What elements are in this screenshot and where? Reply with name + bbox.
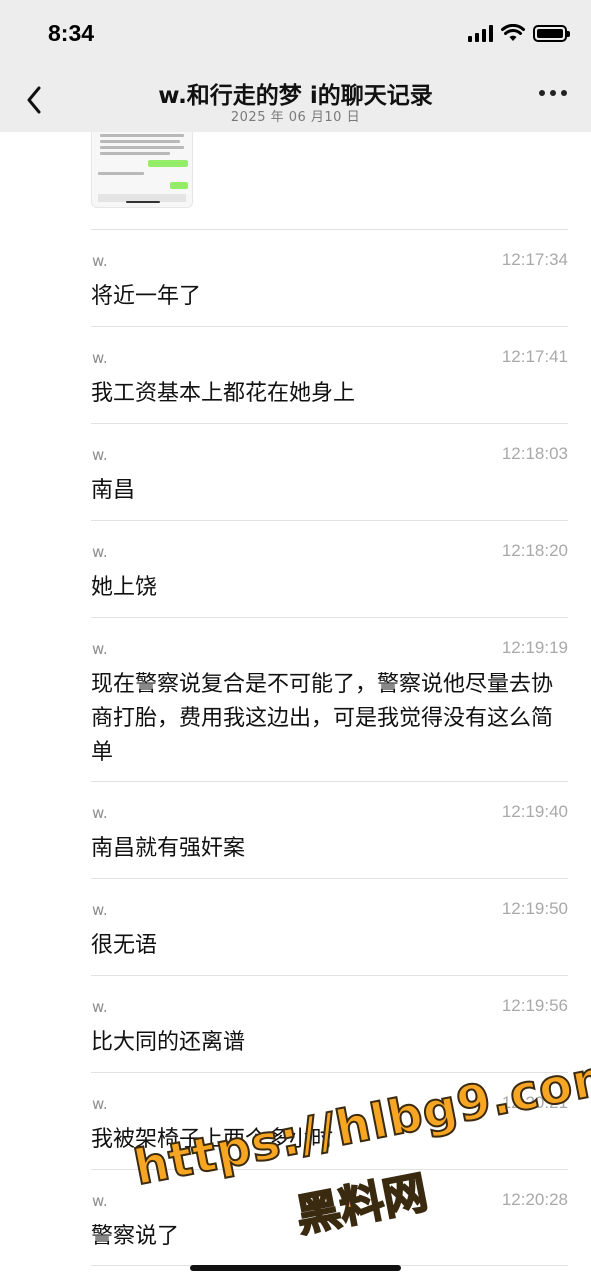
message-sender: w. bbox=[92, 543, 108, 561]
nav-bar: w.和行走的梦 i的聊天记录 2025 年 06 月10 日 bbox=[0, 70, 591, 132]
message-time: 12:19:56 bbox=[501, 996, 568, 1015]
message-time: 12:19:40 bbox=[501, 802, 568, 821]
page-subtitle-date: 2025 年 06 月10 日 bbox=[230, 110, 361, 125]
message-text: 她上饶 bbox=[91, 575, 158, 600]
message-item: w. 12:19:50 很无语 bbox=[91, 878, 568, 975]
status-bar: 8:34 bbox=[0, 0, 591, 70]
message-time: 12:19:50 bbox=[501, 899, 568, 918]
image-thumbnail[interactable] bbox=[91, 132, 193, 208]
message-item: w. 12:18:20 她上饶 bbox=[91, 520, 568, 617]
message-time: 12:18:20 bbox=[501, 541, 568, 560]
wifi-icon bbox=[501, 24, 525, 41]
battery-icon bbox=[533, 24, 570, 42]
cellular-signal-icon bbox=[468, 24, 493, 42]
message-sender: w. bbox=[92, 1192, 108, 1210]
message-time: 12:20:21 bbox=[501, 1093, 568, 1112]
message-time: 12:17:41 bbox=[501, 347, 568, 366]
message-sender: w. bbox=[92, 446, 108, 464]
message-item: w. 12:17:34 将近一年了 bbox=[91, 229, 568, 326]
message-text: 比大同的还离谱 bbox=[91, 1030, 246, 1055]
message-item: w. 12:20:28 警察说了 bbox=[91, 1169, 568, 1266]
message-text: 现在警察说复合是不可能了，警察说他尽量去协商打胎，费用我这边出，可是我觉得没有这… bbox=[91, 672, 554, 765]
message-text: 很无语 bbox=[91, 933, 158, 958]
message-list: w. 12:17:34 将近一年了 w. 12:17:41 我工资基本上都花在她… bbox=[91, 229, 568, 1266]
message-time: 12:18:03 bbox=[501, 444, 568, 463]
message-item: w. 12:18:03 南昌 bbox=[91, 423, 568, 520]
message-sender: w. bbox=[92, 349, 108, 367]
message-item: w. 12:17:41 我工资基本上都花在她身上 bbox=[91, 326, 568, 423]
message-text: 我被架椅子上两个多小时 bbox=[91, 1127, 334, 1152]
message-text: 南昌 bbox=[91, 478, 136, 503]
home-indicator[interactable] bbox=[190, 1265, 401, 1271]
status-time: 8:34 bbox=[48, 20, 95, 46]
message-sender: w. bbox=[92, 998, 108, 1016]
page-title: w.和行走的梦 i的聊天记录 bbox=[158, 83, 433, 109]
message-sender: w. bbox=[92, 804, 108, 822]
message-sender: w. bbox=[92, 1095, 108, 1113]
message-text: 南昌就有强奸案 bbox=[91, 836, 246, 861]
message-item: w. 12:19:40 南昌就有强奸案 bbox=[91, 781, 568, 878]
message-item: w. 12:19:19 现在警察说复合是不可能了，警察说他尽量去协商打胎，费用我… bbox=[91, 617, 568, 781]
message-sender: w. bbox=[92, 901, 108, 919]
message-item: w. 12:20:21 我被架椅子上两个多小时 bbox=[91, 1072, 568, 1169]
message-item: w. 12:19:56 比大同的还离谱 bbox=[91, 975, 568, 1072]
message-time: 12:20:28 bbox=[501, 1190, 568, 1209]
message-text: 警察说了 bbox=[91, 1224, 180, 1249]
message-sender: w. bbox=[92, 252, 108, 270]
status-icons bbox=[468, 24, 570, 42]
message-text: 我工资基本上都花在她身上 bbox=[91, 381, 356, 406]
more-dots-icon bbox=[539, 90, 545, 96]
message-sender: w. bbox=[92, 640, 108, 658]
message-time: 12:17:34 bbox=[501, 250, 568, 269]
message-time: 12:19:19 bbox=[501, 638, 568, 657]
more-button[interactable] bbox=[539, 90, 567, 96]
message-text: 将近一年了 bbox=[91, 284, 202, 309]
